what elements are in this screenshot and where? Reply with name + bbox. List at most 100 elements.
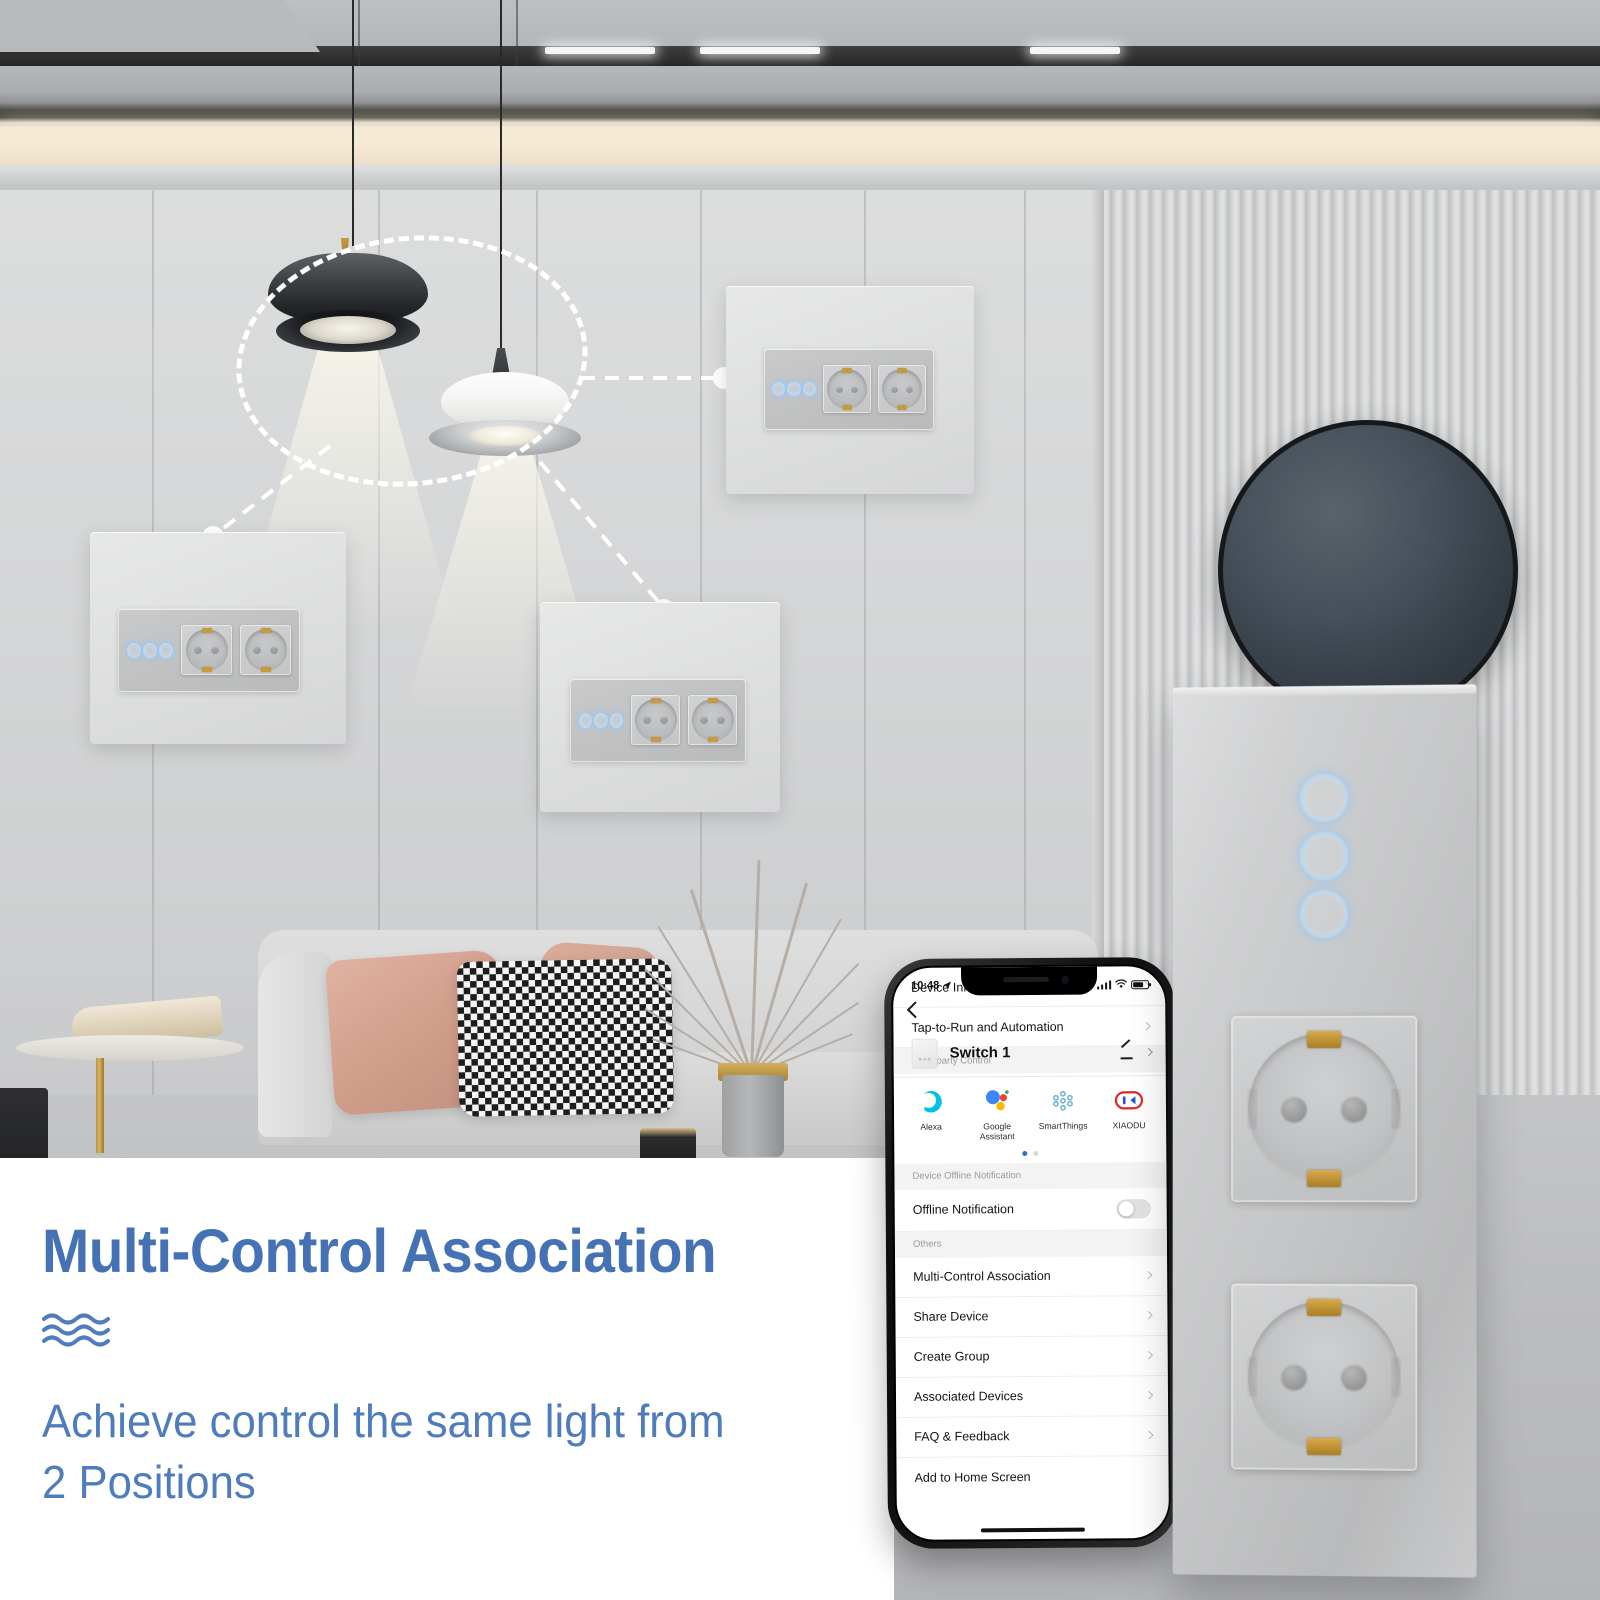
row-label: Create Group [913, 1349, 990, 1364]
ceiling [0, 0, 1600, 128]
switch-panel-thumbnail-icon [911, 1038, 938, 1069]
sofa-armrest [258, 952, 332, 1137]
socket-pin-icon [1340, 1364, 1368, 1391]
ceiling-light-strip [545, 47, 655, 54]
schuko-socket-icon[interactable] [878, 365, 926, 413]
touch-led-ring-icon[interactable] [772, 382, 786, 396]
page-dot-active[interactable] [1022, 1150, 1028, 1156]
schuko-socket-icon[interactable] [823, 365, 871, 413]
app-navigation-bar [893, 996, 1165, 1032]
page-title: Multi-Control Association [42, 1217, 717, 1285]
three-gang-touch-area[interactable] [579, 712, 623, 728]
touch-led-ring-icon[interactable] [127, 642, 141, 658]
waves-icon [42, 1313, 110, 1347]
wall-panel-top-right[interactable] [726, 286, 974, 494]
page-subtitle: Achieve control the same light from 2 Pos… [42, 1395, 725, 1508]
section-label: Others [912, 1238, 942, 1250]
three-gang-touch-area[interactable] [772, 382, 816, 396]
chevron-right-icon[interactable] [1144, 1047, 1153, 1056]
wall-panel-left[interactable] [90, 532, 346, 744]
row-multi-control-association[interactable]: Multi-Control Association [895, 1255, 1168, 1298]
wifi-icon [1115, 979, 1127, 988]
page-dot[interactable] [1033, 1150, 1039, 1156]
device-title: Switch 1 [949, 1044, 1011, 1062]
pendant-cord [352, 0, 354, 246]
status-bar: 10:48 [893, 966, 1165, 998]
google-assistant-icon [967, 1085, 1027, 1117]
third-party-item-alexa[interactable]: Alexa [901, 1085, 961, 1142]
socket-well [1247, 1298, 1402, 1456]
third-party-item-smartthings[interactable]: SmartThings [1033, 1085, 1093, 1142]
touch-led-ring-icon[interactable] [159, 642, 173, 658]
third-party-label: Alexa [920, 1121, 942, 1132]
three-gang-touch-area[interactable] [1300, 773, 1348, 939]
third-party-item-xiaodu[interactable]: XIAODU [1099, 1084, 1159, 1141]
touch-led-ring-icon[interactable] [1300, 773, 1348, 823]
back-chevron-icon[interactable] [906, 1001, 924, 1019]
third-party-label: XIAODU [1112, 1120, 1146, 1131]
switch-socket-panel[interactable] [118, 608, 300, 692]
schuko-socket-icon[interactable] [631, 695, 680, 745]
ceiling-light-strip [700, 47, 820, 54]
marketing-text-panel: Multi-Control Association Achieve contro… [0, 1158, 894, 1600]
row-label: Multi-Control Association [913, 1268, 1051, 1284]
earth-clip-icon [1307, 1298, 1341, 1317]
switch-socket-panel[interactable] [764, 348, 934, 430]
earth-clip-icon [1307, 1437, 1341, 1456]
smartthings-icon [1033, 1085, 1093, 1117]
ceiling-seam [358, 0, 360, 66]
chevron-right-icon [1143, 1271, 1153, 1280]
row-faq-and-feedback[interactable]: FAQ & Feedback [896, 1415, 1169, 1458]
socket-pin-icon [1281, 1363, 1308, 1390]
schuko-socket-icon[interactable] [688, 695, 737, 745]
schuko-socket-icon[interactable] [240, 625, 291, 675]
home-indicator-icon [980, 1527, 1085, 1533]
cove-lighting-band [0, 126, 1600, 168]
socket-side-notch [1391, 1357, 1402, 1398]
switch-socket-panel[interactable] [570, 678, 746, 762]
smartphone-mockup: 10:48 Switch 1 Device Tap-to-Run and Aut… [883, 956, 1179, 1550]
row-offline-notification[interactable]: Offline Notification [894, 1187, 1167, 1232]
socket-well [1247, 1030, 1402, 1188]
socket-side-notch [1247, 1356, 1258, 1397]
third-party-item-google-assistant[interactable]: Google Assistant [967, 1085, 1027, 1142]
touch-led-ring-icon[interactable] [579, 712, 593, 728]
earth-clip-icon [1307, 1030, 1341, 1049]
section-others: Others [894, 1229, 1168, 1258]
pencil-edit-icon[interactable] [1120, 1045, 1134, 1059]
device-header[interactable]: Switch 1 [893, 1028, 1166, 1078]
row-associated-devices[interactable]: Associated Devices [895, 1375, 1169, 1418]
row-label: Add to Home Screen [914, 1469, 1031, 1485]
carousel-page-dots[interactable] [894, 1145, 1166, 1164]
phone-screen[interactable]: 10:48 Switch 1 Device Tap-to-Run and Aut… [890, 964, 1172, 1542]
third-party-label: SmartThings [1038, 1120, 1088, 1131]
ceiling-light-strip [1030, 47, 1120, 54]
section-device-offline-notification: Device Offline Notification [894, 1161, 1167, 1190]
touch-led-ring-icon[interactable] [143, 642, 157, 658]
row-create-group[interactable]: Create Group [895, 1335, 1168, 1378]
side-table-leg [96, 1058, 104, 1153]
socket-side-notch [1391, 1088, 1402, 1129]
row-label: Associated Devices [913, 1389, 1024, 1404]
wall-panel-middle[interactable] [540, 602, 780, 812]
touch-led-ring-icon[interactable] [609, 712, 623, 728]
touch-led-ring-icon[interactable] [787, 382, 801, 396]
row-share-device[interactable]: Share Device [895, 1295, 1168, 1338]
schuko-socket-icon[interactable] [181, 625, 232, 675]
row-add-to-home-screen[interactable]: Add to Home Screen [896, 1456, 1168, 1498]
schuko-socket-icon[interactable] [1231, 1015, 1418, 1203]
socket-pin-icon [1281, 1096, 1308, 1123]
touch-led-ring-icon[interactable] [1300, 889, 1348, 939]
toggle-switch-icon[interactable] [1116, 1198, 1151, 1219]
three-gang-touch-area[interactable] [127, 642, 173, 658]
wall-switch-socket-panel[interactable] [1172, 684, 1477, 1578]
touch-led-ring-icon[interactable] [802, 382, 816, 396]
alexa-icon [901, 1085, 961, 1117]
side-table [16, 1035, 244, 1061]
vase [722, 1075, 784, 1157]
touch-led-ring-icon[interactable] [1300, 831, 1348, 881]
socket-side-notch [1247, 1089, 1258, 1130]
schuko-socket-icon[interactable] [1231, 1283, 1418, 1471]
third-party-control-list: Alexa Google Assistant SmartThings XIAOD… [894, 1072, 1167, 1147]
touch-led-ring-icon[interactable] [594, 712, 608, 728]
